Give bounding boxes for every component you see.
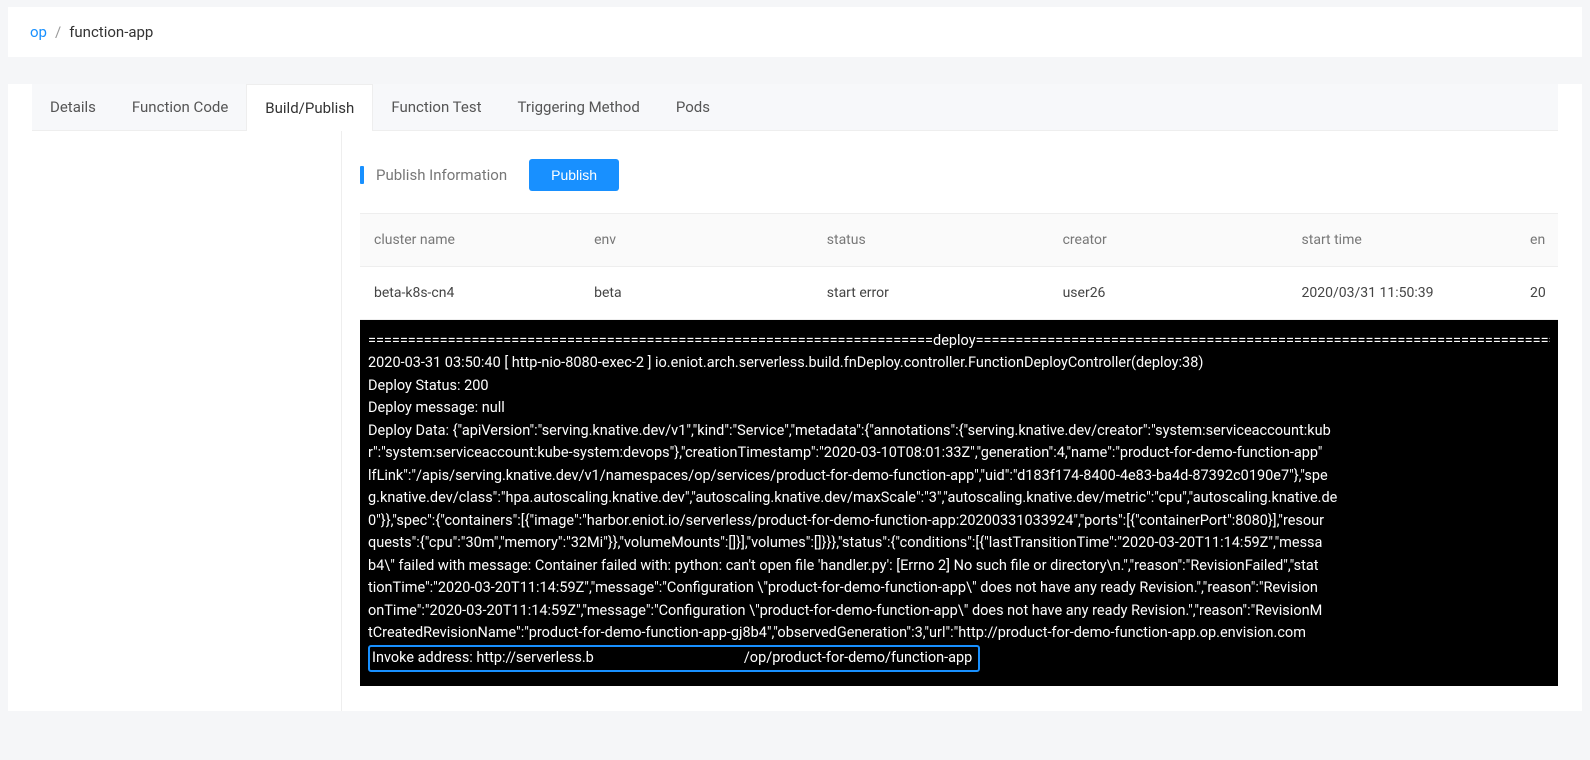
log-line: tionTime":"2020-03-20T11:14:59Z","messag… xyxy=(368,577,1550,599)
log-line: lfLink":"/apis/serving.knative.dev/v1/na… xyxy=(368,465,1550,487)
tab-function-code[interactable]: Function Code xyxy=(114,84,246,130)
tab-pods[interactable]: Pods xyxy=(658,84,728,130)
log-line: Deploy Status: 200 xyxy=(368,375,1550,397)
log-line: g.knative.dev/class":"hpa.autoscaling.kn… xyxy=(368,487,1550,509)
tab-bar: Details Function Code Build/Publish Func… xyxy=(32,84,1558,131)
invoke-address-post: /op/product-for-demo/function-app xyxy=(744,649,973,666)
log-line: 2020-03-31 03:50:40 [ http-nio-8080-exec… xyxy=(368,352,1550,374)
section-title: Publish Information xyxy=(376,166,507,184)
col-header-cluster: cluster name xyxy=(360,214,580,267)
breadcrumb: op / function-app xyxy=(8,7,1582,57)
table-row[interactable]: beta-k8s-cn4 beta start error user26 202… xyxy=(360,267,1558,320)
cell-status: start error xyxy=(813,267,1049,320)
col-header-creator: creator xyxy=(1049,214,1288,267)
log-line: quests":{"cpu":"30m","memory":"32Mi"}},"… xyxy=(368,532,1550,554)
log-line: tCreatedRevisionName":"product-for-demo-… xyxy=(368,622,1550,644)
side-panel xyxy=(32,131,342,711)
tab-details[interactable]: Details xyxy=(32,84,114,130)
col-header-end-time: en xyxy=(1516,214,1558,267)
log-line: ========================================… xyxy=(368,330,1550,352)
cell-cluster: beta-k8s-cn4 xyxy=(360,267,580,320)
publish-table: cluster name env status creator start ti… xyxy=(360,213,1558,320)
cell-end-time: 20 xyxy=(1516,267,1558,320)
col-header-env: env xyxy=(580,214,813,267)
invoke-address-highlight: Invoke address: http://serverless.b/op/p… xyxy=(368,645,980,672)
deploy-log-console[interactable]: ========================================… xyxy=(360,320,1558,686)
log-line: Deploy message: null xyxy=(368,397,1550,419)
tab-function-test[interactable]: Function Test xyxy=(373,84,499,130)
cell-env: beta xyxy=(580,267,813,320)
publish-button[interactable]: Publish xyxy=(529,159,619,191)
log-line: onTime":"2020-03-20T11:14:59Z","message"… xyxy=(368,600,1550,622)
log-line: b4\" failed with message: Container fail… xyxy=(368,555,1550,577)
invoke-address-pre: Invoke address: http://serverless.b xyxy=(372,649,594,666)
cell-creator: user26 xyxy=(1049,267,1288,320)
tab-build-publish[interactable]: Build/Publish xyxy=(246,84,373,131)
breadcrumb-separator: / xyxy=(55,23,61,41)
log-line-invoke: Invoke address: http://serverless.b/op/p… xyxy=(368,645,1550,672)
section-accent-bar xyxy=(360,166,364,184)
log-line: 0"}},"spec":{"containers":[{"image":"har… xyxy=(368,510,1550,532)
cell-start-time: 2020/03/31 11:50:39 xyxy=(1288,267,1516,320)
col-header-start-time: start time xyxy=(1288,214,1516,267)
log-line: Deploy Data: {"apiVersion":"serving.knat… xyxy=(368,420,1550,442)
tab-triggering-method[interactable]: Triggering Method xyxy=(500,84,658,130)
breadcrumb-parent-link[interactable]: op xyxy=(30,23,47,41)
section-header: Publish Information Publish xyxy=(360,159,1558,191)
log-line: r":"system:serviceaccount:kube-system:de… xyxy=(368,442,1550,464)
breadcrumb-current: function-app xyxy=(69,23,153,41)
redacted-segment xyxy=(594,652,744,662)
col-header-status: status xyxy=(813,214,1049,267)
